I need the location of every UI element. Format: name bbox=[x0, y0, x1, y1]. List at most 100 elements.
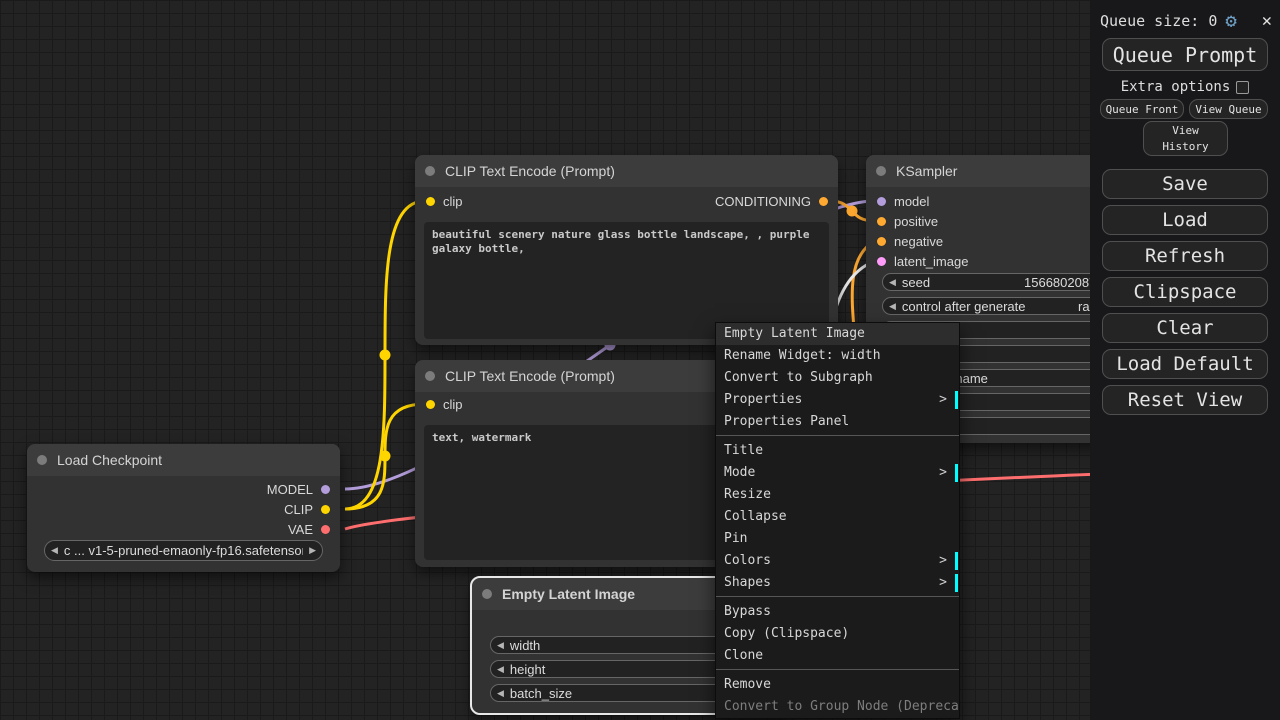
menu-item-properties-panel[interactable]: Properties Panel bbox=[716, 411, 959, 433]
close-icon[interactable]: ✕ bbox=[1262, 11, 1272, 31]
decrement-arrow-icon[interactable]: ◀ bbox=[491, 688, 510, 699]
node-title: CLIP Text Encode (Prompt) bbox=[445, 163, 615, 179]
collapse-dot[interactable] bbox=[425, 166, 435, 176]
settings-gear-icon[interactable]: ⚙ bbox=[1225, 12, 1236, 31]
menu-item-convert-to-subgraph[interactable]: Convert to Subgraph bbox=[716, 367, 959, 389]
widget-label: batch_size bbox=[510, 686, 572, 701]
submenu-arrow-icon: > bbox=[939, 389, 947, 411]
input-slot-clip[interactable]: clip bbox=[415, 192, 463, 210]
view-queue-button[interactable]: View Queue bbox=[1189, 99, 1268, 119]
collapse-dot[interactable] bbox=[876, 166, 886, 176]
input-slot-latent-image[interactable]: latent_image bbox=[866, 252, 968, 270]
output-slot-model[interactable]: MODEL bbox=[267, 480, 340, 498]
slot-label: CONDITIONING bbox=[715, 194, 811, 209]
submenu-arrow-icon: > bbox=[939, 572, 947, 594]
menu-item-rename-widget[interactable]: Rename Widget: width bbox=[716, 345, 959, 367]
output-dot-conditioning[interactable] bbox=[819, 197, 828, 206]
slot-label: MODEL bbox=[267, 482, 313, 497]
menu-item-clone[interactable]: Clone bbox=[716, 645, 959, 667]
input-slot-model[interactable]: model bbox=[866, 192, 929, 210]
submenu-accent-bar bbox=[955, 464, 958, 482]
node-title: Load Checkpoint bbox=[57, 452, 162, 468]
menu-item-copy-clipspace[interactable]: Copy (Clipspace) bbox=[716, 623, 959, 645]
collapse-dot[interactable] bbox=[482, 589, 492, 599]
output-slot-conditioning[interactable]: CONDITIONING bbox=[715, 192, 838, 210]
refresh-button[interactable]: Refresh bbox=[1102, 241, 1268, 271]
clipspace-button[interactable]: Clipspace bbox=[1102, 277, 1268, 307]
input-dot-latent-image[interactable] bbox=[877, 257, 886, 266]
menu-item-title[interactable]: Empty Latent Image bbox=[716, 323, 959, 345]
input-dot-clip[interactable] bbox=[426, 400, 435, 409]
output-slot-vae[interactable]: VAE bbox=[288, 520, 340, 538]
slot-label: positive bbox=[894, 214, 938, 229]
widget-label: control after generate bbox=[902, 299, 1026, 314]
load-button[interactable]: Load bbox=[1102, 205, 1268, 235]
load-default-button[interactable]: Load Default bbox=[1102, 349, 1268, 379]
output-dot-clip[interactable] bbox=[321, 505, 330, 514]
node-title-bar: Load Checkpoint bbox=[27, 444, 340, 476]
menu-item-pin[interactable]: Pin bbox=[716, 528, 959, 550]
menu-item-bypass[interactable]: Bypass bbox=[716, 601, 959, 623]
node-title: CLIP Text Encode (Prompt) bbox=[445, 368, 615, 384]
save-button[interactable]: Save bbox=[1102, 169, 1268, 199]
decrement-arrow-icon[interactable]: ◀ bbox=[883, 277, 902, 288]
widget-label: width bbox=[510, 638, 540, 653]
widget-label: height bbox=[510, 662, 545, 677]
collapse-dot[interactable] bbox=[425, 371, 435, 381]
comfy-menu-panel: Queue size: 0 ⚙ ✕ Queue Prompt Extra opt… bbox=[1090, 0, 1280, 720]
submenu-accent-bar bbox=[955, 391, 958, 409]
input-dot-positive[interactable] bbox=[877, 217, 886, 226]
submenu-accent-bar bbox=[955, 574, 958, 592]
input-slot-negative[interactable]: negative bbox=[866, 232, 943, 250]
menu-item-remove[interactable]: Remove bbox=[716, 674, 959, 696]
widget-value: 1566802087 bbox=[1024, 275, 1096, 290]
slot-label: latent_image bbox=[894, 254, 968, 269]
slot-label: VAE bbox=[288, 522, 313, 537]
next-option-arrow-icon[interactable]: ▶ bbox=[303, 545, 322, 556]
collapse-dot[interactable] bbox=[37, 455, 47, 465]
menu-item-properties[interactable]: Properties > bbox=[716, 389, 959, 411]
queue-prompt-button[interactable]: Queue Prompt bbox=[1102, 38, 1268, 71]
extra-options-checkbox[interactable] bbox=[1236, 81, 1249, 94]
queue-size-label: Queue size: 0 bbox=[1100, 12, 1217, 30]
menu-item-collapse[interactable]: Collapse bbox=[716, 506, 959, 528]
menu-item-mode[interactable]: Mode > bbox=[716, 462, 959, 484]
prev-option-arrow-icon[interactable]: ◀ bbox=[45, 545, 64, 556]
reset-view-button[interactable]: Reset View bbox=[1102, 385, 1268, 415]
clear-button[interactable]: Clear bbox=[1102, 313, 1268, 343]
menu-item-resize[interactable]: Resize bbox=[716, 484, 959, 506]
menu-item-shapes[interactable]: Shapes > bbox=[716, 572, 959, 594]
decrement-arrow-icon[interactable]: ◀ bbox=[883, 301, 902, 312]
widget-label: seed bbox=[902, 275, 930, 290]
output-slot-clip[interactable]: CLIP bbox=[284, 500, 340, 518]
menu-item-convert-to-group-node[interactable]: Convert to Group Node (Deprecated) bbox=[716, 696, 959, 718]
submenu-accent-bar bbox=[955, 552, 958, 570]
input-dot-negative[interactable] bbox=[877, 237, 886, 246]
node-load-checkpoint[interactable]: Load Checkpoint MODEL CLIP VAE ◀ c ... v… bbox=[27, 444, 340, 572]
menu-item-colors[interactable]: Colors > bbox=[716, 550, 959, 572]
decrement-arrow-icon[interactable]: ◀ bbox=[491, 640, 510, 651]
output-dot-vae[interactable] bbox=[321, 525, 330, 534]
input-dot-clip[interactable] bbox=[426, 197, 435, 206]
output-dot-model[interactable] bbox=[321, 485, 330, 494]
extra-options-label: Extra options bbox=[1121, 79, 1231, 95]
submenu-arrow-icon: > bbox=[939, 550, 947, 572]
widget-ckpt-name[interactable]: ◀ c ... v1-5-pruned-emaonly-fp16.safeten… bbox=[44, 540, 323, 561]
input-slot-clip[interactable]: clip bbox=[415, 395, 463, 413]
node-clip-text-encode-positive[interactable]: CLIP Text Encode (Prompt) clip CONDITION… bbox=[415, 155, 838, 345]
input-slot-positive[interactable]: positive bbox=[866, 212, 938, 230]
slot-label: negative bbox=[894, 234, 943, 249]
slot-label: CLIP bbox=[284, 502, 313, 517]
decrement-arrow-icon[interactable]: ◀ bbox=[491, 664, 510, 675]
view-history-button[interactable]: View History bbox=[1143, 121, 1228, 156]
node-title-bar: CLIP Text Encode (Prompt) bbox=[415, 155, 838, 187]
node-title: KSampler bbox=[896, 163, 957, 179]
queue-front-button[interactable]: Queue Front bbox=[1100, 99, 1184, 119]
menu-item-title-option[interactable]: Title bbox=[716, 440, 959, 462]
submenu-arrow-icon: > bbox=[939, 462, 947, 484]
input-dot-model[interactable] bbox=[877, 197, 886, 206]
slot-label: clip bbox=[443, 397, 463, 412]
slot-label: model bbox=[894, 194, 929, 209]
node-context-menu: Empty Latent Image Rename Widget: width … bbox=[715, 322, 960, 719]
widget-value: c ... v1-5-pruned-emaonly-fp16.safetenso… bbox=[64, 543, 303, 558]
